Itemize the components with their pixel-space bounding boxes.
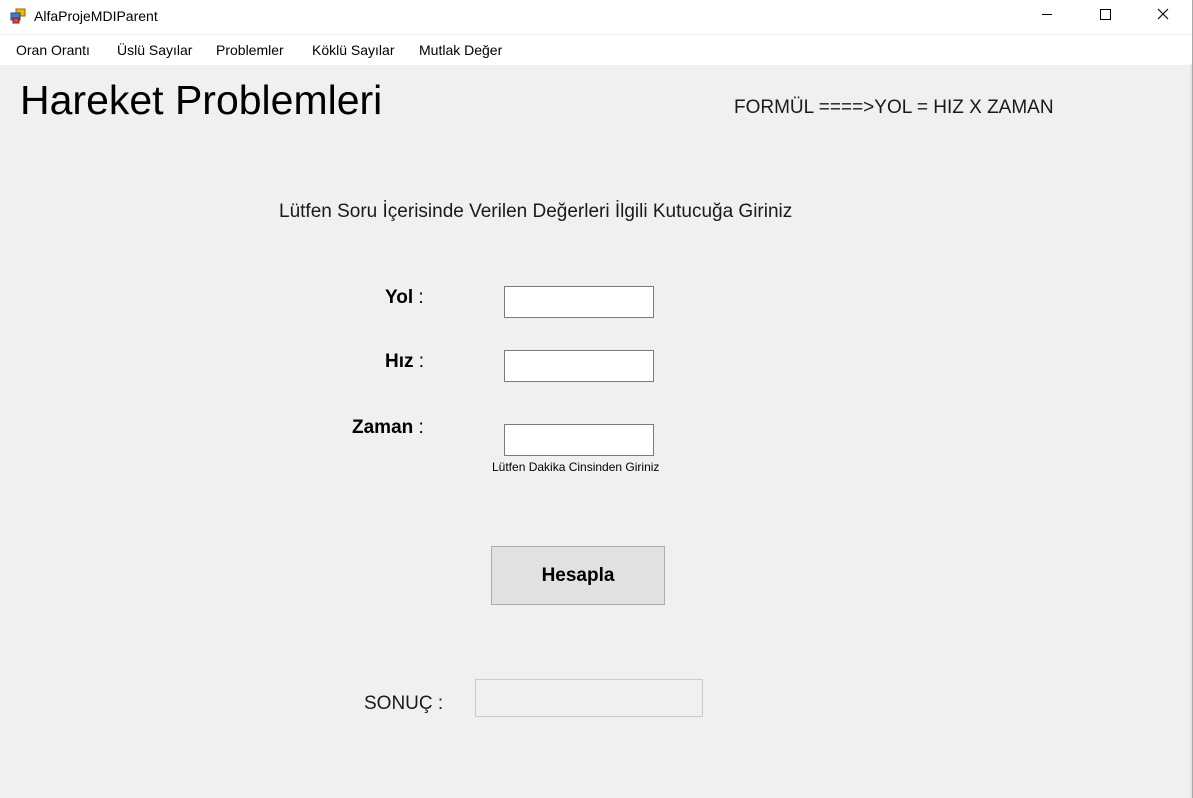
title-bar: AlfaProjeMDIParent xyxy=(0,0,1192,34)
hiz-label-text: Hız xyxy=(385,351,414,372)
zaman-label: Zaman : xyxy=(352,417,424,439)
yol-label-text: Yol xyxy=(385,287,414,308)
sonuc-label: SONUÇ : xyxy=(364,693,444,714)
yol-input[interactable] xyxy=(504,286,654,318)
instruction-text: Lütfen Soru İçerisinde Verilen Değerleri… xyxy=(279,201,793,222)
menu-item-uslu-sayilar[interactable]: Üslü Sayılar xyxy=(117,42,192,58)
minimize-button[interactable] xyxy=(1018,0,1076,32)
close-button[interactable] xyxy=(1134,0,1192,32)
maximize-icon xyxy=(1099,7,1111,25)
hiz-label-colon: : xyxy=(413,351,425,372)
close-icon xyxy=(1157,7,1169,25)
window-title: AlfaProjeMDIParent xyxy=(34,8,158,24)
zaman-label-text: Zaman xyxy=(352,417,414,438)
menu-item-oran-oranti[interactable]: Oran Orantı xyxy=(16,42,90,58)
app-window: AlfaProjeMDIParent Oran Orantı Üslü Sayı… xyxy=(0,0,1193,798)
menu-item-mutlak-deger[interactable]: Mutlak Değer xyxy=(419,42,502,58)
formula-label: FORMÜL ====>YOL = HIZ X ZAMAN xyxy=(734,97,1054,118)
yol-label-colon: : xyxy=(413,287,424,308)
hesapla-button[interactable]: Hesapla xyxy=(491,546,665,605)
yol-label: Yol : xyxy=(385,287,424,309)
app-window-icon xyxy=(10,8,26,24)
zaman-hint: Lütfen Dakika Cinsinden Giriniz xyxy=(492,460,660,474)
minimize-icon xyxy=(1041,7,1053,25)
menu-item-problemler[interactable]: Problemler xyxy=(216,42,284,58)
page-title: Hareket Problemleri xyxy=(20,77,383,123)
menu-item-koklu-sayilar[interactable]: Köklü Sayılar xyxy=(312,42,394,58)
sonuc-output[interactable] xyxy=(475,679,703,717)
hiz-label: Hız : xyxy=(385,351,424,373)
menu-bar: Oran Orantı Üslü Sayılar Problemler Kökl… xyxy=(0,34,1192,65)
hiz-input[interactable] xyxy=(504,350,654,382)
zaman-input[interactable] xyxy=(504,424,654,456)
maximize-button[interactable] xyxy=(1076,0,1134,32)
zaman-label-colon: : xyxy=(413,417,424,438)
